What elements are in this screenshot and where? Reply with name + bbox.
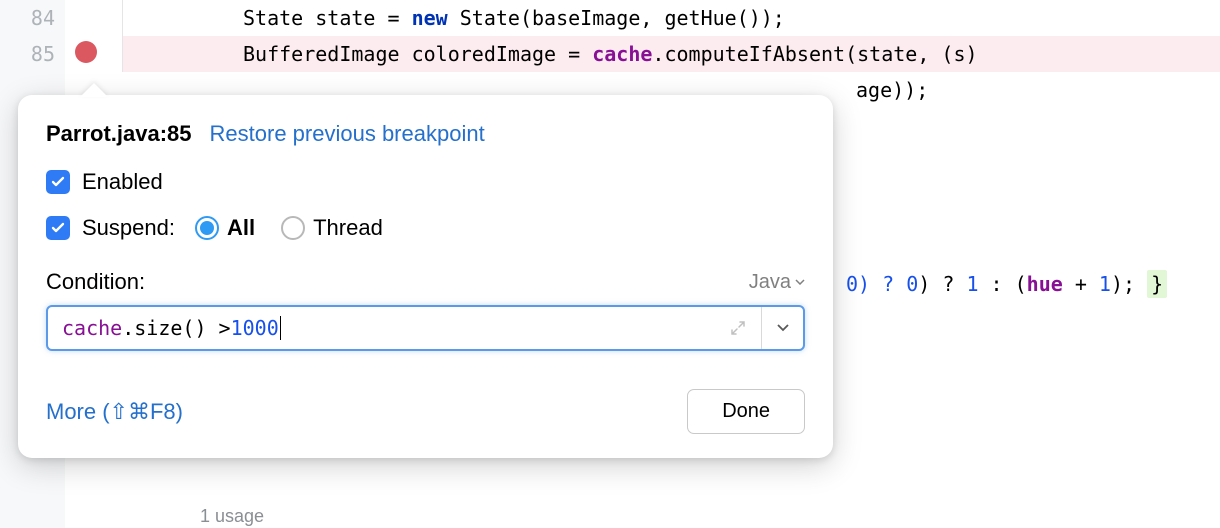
restore-breakpoint-link[interactable]: Restore previous breakpoint (210, 121, 485, 147)
condition-header: Condition: Java (46, 269, 805, 295)
language-label: Java (749, 271, 791, 294)
code-line-85[interactable]: BufferedImage coloredImage = cache.compu… (123, 36, 1220, 72)
enabled-label: Enabled (82, 169, 163, 195)
popup-footer: More (⇧⌘F8) Done (46, 389, 805, 434)
popup-arrow-icon (80, 83, 108, 97)
usage-hint[interactable]: 1 usage (200, 506, 264, 527)
expand-icon[interactable] (715, 307, 761, 349)
keyword-new: new (412, 6, 448, 30)
breakpoint-popup: Parrot.java:85 Restore previous breakpoi… (18, 95, 833, 458)
suspend-label: Suspend: (82, 215, 175, 241)
chevron-down-icon (777, 324, 789, 332)
closing-brace: } (1147, 270, 1167, 298)
check-icon (50, 220, 66, 236)
suspend-thread-label: Thread (313, 215, 383, 241)
suspend-all-radio[interactable] (195, 216, 219, 240)
history-dropdown-button[interactable] (761, 307, 803, 349)
gutter-line-84[interactable]: 84 (0, 0, 65, 36)
code-text: .computeIfAbsent(state, (s) (652, 42, 977, 66)
breakpoint-icon[interactable] (75, 41, 97, 63)
code-line-84[interactable]: State state = new State(baseImage, getHu… (123, 0, 1220, 36)
enabled-row: Enabled (46, 169, 805, 195)
code-area[interactable]: State state = new State(baseImage, getHu… (122, 0, 1220, 72)
language-dropdown[interactable]: Java (749, 271, 805, 294)
expand-diagonal-icon (730, 320, 746, 336)
condition-text[interactable]: cache.size() > 1000 (48, 307, 715, 349)
more-link[interactable]: More (⇧⌘F8) (46, 399, 183, 425)
code-fragment: age)); (856, 78, 928, 102)
suspend-thread-radio[interactable] (281, 216, 305, 240)
condition-input[interactable]: cache.size() > 1000 (46, 305, 805, 351)
gutter-line-85[interactable]: 85 (0, 36, 65, 72)
chevron-down-icon (795, 279, 805, 285)
suspend-row: Suspend: All Thread (46, 215, 805, 241)
popup-title: Parrot.java:85 (46, 121, 192, 147)
code-text: State(baseImage, getHue()); (448, 6, 785, 30)
check-icon (50, 174, 66, 190)
code-text: State state = (243, 6, 412, 30)
suspend-checkbox[interactable] (46, 216, 70, 240)
suspend-all-label: All (227, 215, 255, 241)
done-button[interactable]: Done (687, 389, 805, 434)
popup-header: Parrot.java:85 Restore previous breakpoi… (46, 121, 805, 147)
code-text: BufferedImage coloredImage = (243, 42, 592, 66)
condition-label: Condition: (46, 269, 145, 295)
enabled-checkbox[interactable] (46, 170, 70, 194)
code-fragment: 0) ? 0) ? 00) ? ) ? 1 : (hue + 1); } (846, 272, 1167, 296)
text-caret (280, 316, 281, 340)
field-ref: cache (592, 42, 652, 66)
